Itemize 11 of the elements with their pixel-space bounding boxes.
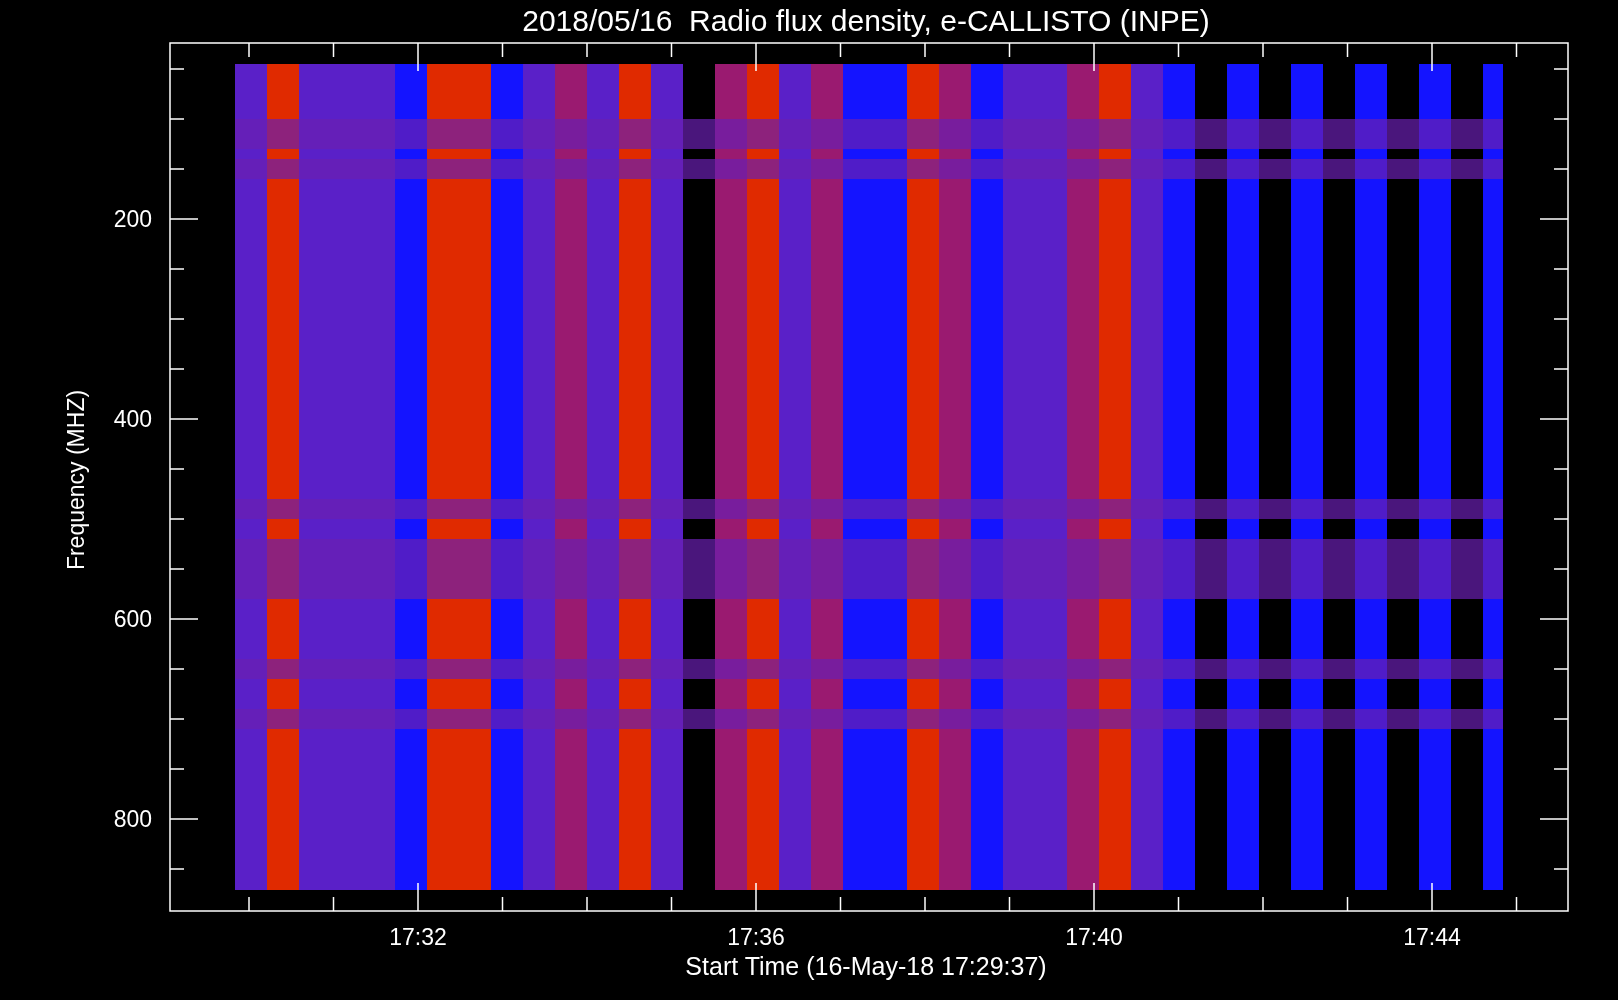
x-tick-label: 17:40: [1065, 924, 1123, 950]
x-tick-label: 17:36: [727, 924, 785, 950]
x-axis-title: Start Time (16-May-18 17:29:37): [685, 952, 1047, 980]
y-axis-title: Frequency (MHZ): [63, 389, 89, 571]
x-tick-label: 17:32: [389, 924, 447, 950]
y-tick-label: 200: [113, 206, 152, 232]
chart-title: 2018/05/16 Radio flux density, e-CALLISTO (INPE): [522, 4, 1210, 37]
y-tick-label: 600: [113, 606, 152, 632]
y-tick-label: 800: [113, 806, 152, 832]
x-tick-label: 17:44: [1403, 924, 1461, 950]
y-tick-label: 400: [113, 406, 152, 432]
